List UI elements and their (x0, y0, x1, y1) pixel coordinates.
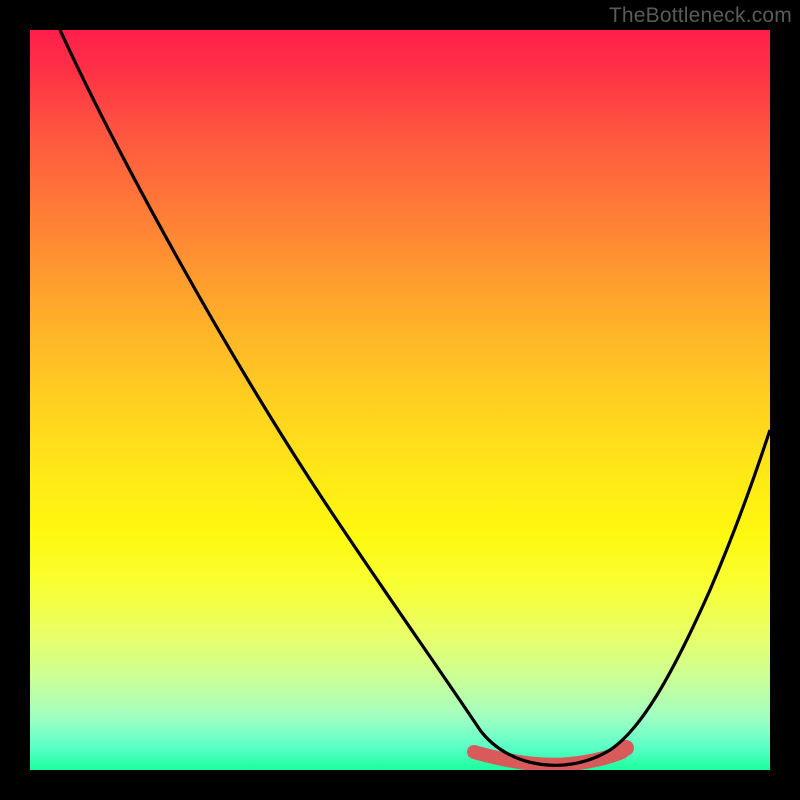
watermark-text: TheBottleneck.com (609, 4, 792, 28)
bottleneck-curve (60, 30, 770, 765)
chart-plot-area (30, 30, 770, 770)
chart-svg (30, 30, 770, 770)
